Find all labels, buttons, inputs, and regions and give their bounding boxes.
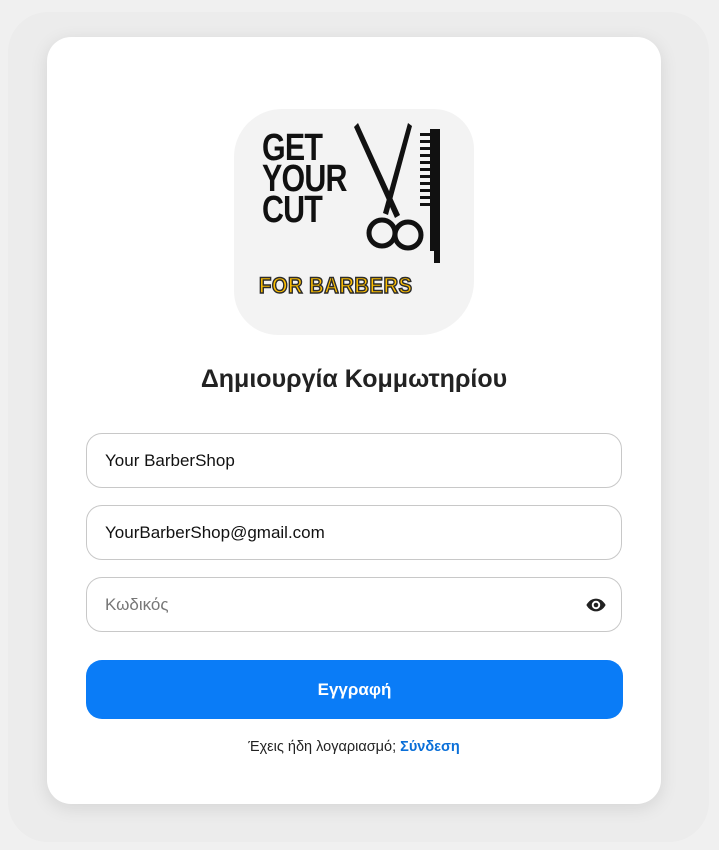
scissors-icon: [354, 123, 424, 251]
shop-name-input[interactable]: [105, 434, 575, 487]
register-button[interactable]: Εγγραφή: [86, 660, 623, 719]
login-prompt: Έχεις ήδη λογαριασμό; Σύνδεση: [47, 739, 661, 755]
logo-subtitle: FOR BARBERS: [258, 272, 413, 299]
signup-card: GET YOUR CUT FOR BARBERS Δημιουργία Κομμ…: [47, 37, 661, 804]
email-field[interactable]: [86, 505, 622, 560]
comb-icon: [420, 129, 440, 263]
password-input[interactable]: [105, 578, 575, 631]
shop-name-field[interactable]: [86, 433, 622, 488]
login-link[interactable]: Σύνδεση: [400, 739, 460, 755]
page-title: Δημιουργία Κομμωτηρίου: [200, 365, 508, 393]
logo-text: GET YOUR CUT: [262, 129, 347, 229]
scissors-comb-icon: [354, 123, 440, 263]
login-prompt-text: Έχεις ήδη λογαριασμό;: [248, 739, 397, 755]
eye-icon[interactable]: [585, 595, 607, 615]
email-input[interactable]: [105, 506, 575, 559]
password-field[interactable]: [86, 577, 622, 632]
brand-logo: GET YOUR CUT FOR BARBERS: [234, 109, 474, 335]
